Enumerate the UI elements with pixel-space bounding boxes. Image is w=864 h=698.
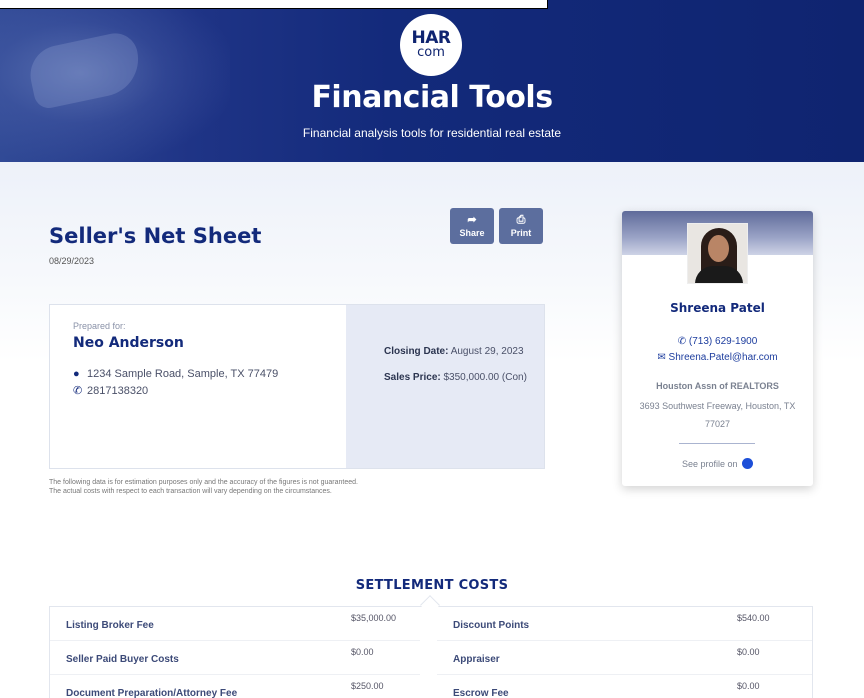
divider	[679, 443, 755, 444]
envelope-icon: ✉	[657, 352, 666, 363]
client-name: Neo Anderson	[73, 335, 184, 351]
closing-date-value: August 29, 2023	[450, 346, 524, 357]
agent-name[interactable]: Shreena Patel	[622, 301, 813, 315]
har-logo[interactable]: HAR com	[400, 14, 462, 76]
phone-icon: ✆	[677, 336, 687, 347]
print-icon: ⎙	[516, 214, 526, 226]
header-title: Financial Tools	[311, 80, 553, 115]
client-phone: ✆ 2817138320	[73, 384, 149, 398]
client-info: Prepared for: Neo Anderson ● 1234 Sample…	[50, 305, 346, 468]
settlement-costs-heading: SETTLEMENT COSTS	[355, 578, 509, 593]
closing-date-label: Closing Date:	[384, 346, 449, 357]
agent-card: Shreena Patel ✆ (713) 629-1900 ✉ Shreena…	[622, 211, 813, 486]
table-row: Discount Points $540.00	[437, 607, 812, 641]
table-row: Document Preparation/Attorney Fee $250.0…	[50, 675, 420, 698]
sales-price-label: Sales Price:	[384, 372, 441, 383]
table-row: Appraiser $0.00	[437, 641, 812, 675]
map-marker-icon: ●	[73, 368, 80, 380]
table-row: Listing Broker Fee $35,000.00	[50, 607, 420, 641]
see-profile-link[interactable]: See profile on	[622, 458, 813, 469]
page-header: HAR com Financial Tools Financial analys…	[0, 0, 864, 162]
window-edge	[0, 0, 548, 9]
print-button[interactable]: ⎙ Print	[499, 208, 543, 244]
table-row: Escrow Fee $0.00	[437, 675, 812, 698]
har-mini-logo-icon	[742, 458, 754, 469]
header-subtitle: Financial analysis tools for residential…	[302, 126, 562, 140]
table-row: Seller Paid Buyer Costs $0.00	[50, 641, 420, 675]
client-address: ● 1234 Sample Road, Sample, TX 77479	[73, 368, 279, 380]
prepared-for-label: Prepared for:	[73, 321, 126, 331]
prepared-for-card: Prepared for: Neo Anderson ● 1234 Sample…	[49, 304, 545, 469]
agent-phone-link[interactable]: ✆ (713) 629-1900	[622, 336, 813, 347]
phone-icon: ✆	[73, 385, 83, 397]
agent-photo	[687, 223, 748, 284]
sales-price-value: $350,000.00 (Con)	[443, 372, 527, 383]
disclaimer: The following data is for estimation pur…	[49, 479, 358, 495]
share-button[interactable]: ➦ Share	[450, 208, 494, 244]
page-date: 08/29/2023	[49, 256, 95, 266]
share-icon: ➦	[467, 214, 477, 226]
closing-details: Closing Date: August 29, 2023 Sales Pric…	[384, 339, 534, 391]
closing-info: Closing Date: August 29, 2023 Sales Pric…	[346, 305, 544, 468]
agent-organization: Houston Assn of REALTORS	[656, 381, 779, 391]
page-title: Seller's Net Sheet	[49, 224, 262, 248]
agent-address: 3693 Southwest Freeway, Houston, TX 7702…	[639, 401, 796, 429]
agent-email-link[interactable]: ✉ Shreena.Patel@har.com	[622, 352, 813, 363]
